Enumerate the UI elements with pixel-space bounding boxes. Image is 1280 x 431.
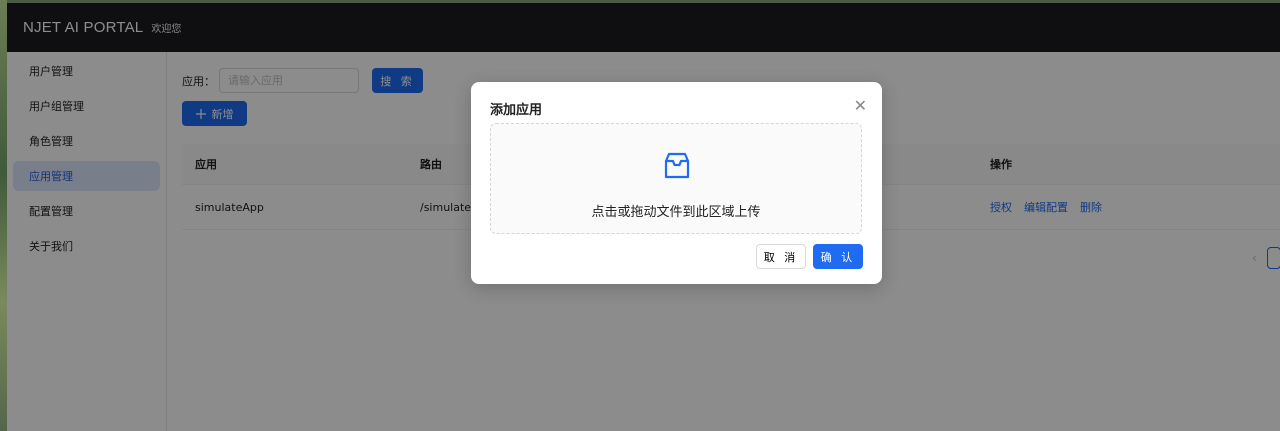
modal-title: 添加应用 [490, 103, 543, 118]
add-app-modal: 添加应用 ✕ 点击或拖动文件到此区域上传 取 消 确 认 [471, 82, 882, 284]
cancel-button[interactable]: 取 消 [756, 244, 806, 269]
desktop-background [0, 0, 7, 431]
close-icon[interactable]: ✕ [854, 96, 867, 115]
inbox-icon [664, 152, 690, 179]
upload-dropzone[interactable]: 点击或拖动文件到此区域上传 [490, 123, 862, 234]
upload-hint-text: 点击或拖动文件到此区域上传 [591, 205, 761, 220]
confirm-button[interactable]: 确 认 [813, 244, 863, 269]
